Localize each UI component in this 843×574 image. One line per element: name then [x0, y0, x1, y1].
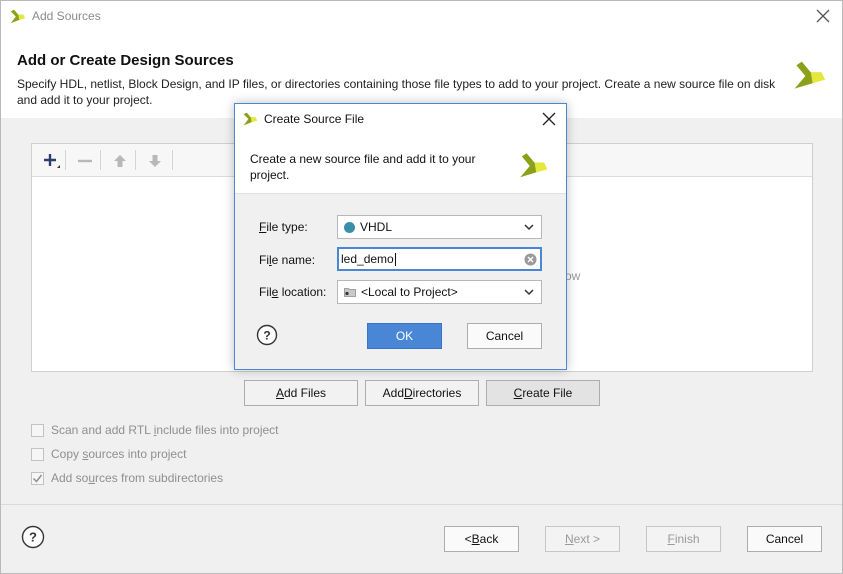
- remove-button[interactable]: [74, 150, 96, 172]
- vivado-logo-icon: [243, 112, 258, 126]
- scan-rtl-include-option[interactable]: Scan and add RTL include files into proj…: [31, 421, 279, 439]
- ok-button[interactable]: OK: [367, 323, 442, 349]
- add-files-button[interactable]: Add Files: [244, 380, 358, 406]
- svg-text:?: ?: [263, 329, 270, 343]
- move-up-icon: [114, 155, 126, 167]
- add-button[interactable]: [40, 150, 62, 172]
- vhdl-icon: [344, 221, 355, 233]
- file-name-label: File name:: [259, 253, 316, 267]
- folder-icon: [344, 288, 356, 297]
- move-down-icon: [149, 155, 161, 167]
- add-icon: [44, 154, 60, 168]
- title-bar: Add Sources: [1, 1, 842, 32]
- dialog-title: Create Source File: [264, 112, 365, 126]
- next-button[interactable]: Next >: [545, 526, 620, 552]
- file-location-label: File location:: [259, 285, 327, 299]
- toolbar-separator: [172, 150, 173, 170]
- help-icon[interactable]: ?: [256, 324, 278, 346]
- dialog-cancel-button[interactable]: Cancel: [467, 323, 542, 349]
- move-up-button[interactable]: [109, 150, 131, 172]
- window-title: Add Sources: [32, 9, 101, 23]
- vivado-logo-icon: [794, 61, 826, 89]
- svg-text:?: ?: [29, 530, 37, 545]
- toolbar-separator: [100, 150, 101, 170]
- close-icon[interactable]: [814, 7, 832, 25]
- scan-rtl-include-checkbox[interactable]: [31, 423, 44, 437]
- toolbar-separator: [135, 150, 136, 170]
- dialog-description: Create a new source file and add it to y…: [250, 152, 476, 182]
- chevron-down-icon: [524, 224, 534, 231]
- back-button[interactable]: < Back: [444, 526, 519, 552]
- vivado-logo-icon: [520, 153, 548, 178]
- create-source-file-dialog: Create Source File Create a new source f…: [234, 103, 567, 370]
- file-type-label: File type:: [259, 220, 308, 234]
- file-name-input[interactable]: led_demo: [337, 247, 542, 271]
- dialog-title-bar: Create Source File: [235, 104, 566, 134]
- copy-sources-option[interactable]: Copy sources into project: [31, 445, 186, 463]
- dialog-header: Create a new source file and add it to y…: [235, 134, 566, 194]
- footer-divider: [1, 504, 842, 505]
- cancel-button[interactable]: Cancel: [747, 526, 822, 552]
- add-subdirectories-checkbox[interactable]: [31, 471, 44, 485]
- empty-list-hint: ow: [565, 269, 581, 283]
- chevron-down-icon: [524, 289, 534, 296]
- add-sources-window: Add Sources Add or Create Design Sources…: [0, 0, 843, 574]
- add-subdirectories-option[interactable]: Add sources from subdirectories: [31, 469, 223, 487]
- finish-button[interactable]: Finish: [646, 526, 721, 552]
- vivado-logo-icon: [10, 9, 26, 24]
- page-title: Add or Create Design Sources: [17, 52, 234, 69]
- add-directories-button[interactable]: Add Directories: [365, 380, 479, 406]
- toolbar-separator: [65, 150, 66, 170]
- file-type-select[interactable]: VHDL: [337, 215, 542, 239]
- clear-icon[interactable]: [524, 253, 537, 266]
- create-file-button[interactable]: Create File: [486, 380, 600, 406]
- close-icon[interactable]: [540, 110, 558, 128]
- help-icon[interactable]: ?: [21, 525, 45, 549]
- move-down-button[interactable]: [144, 150, 166, 172]
- copy-sources-checkbox[interactable]: [31, 447, 44, 461]
- checkmark-icon: [32, 474, 43, 483]
- remove-icon: [78, 159, 92, 163]
- file-location-select[interactable]: <Local to Project>: [337, 280, 542, 304]
